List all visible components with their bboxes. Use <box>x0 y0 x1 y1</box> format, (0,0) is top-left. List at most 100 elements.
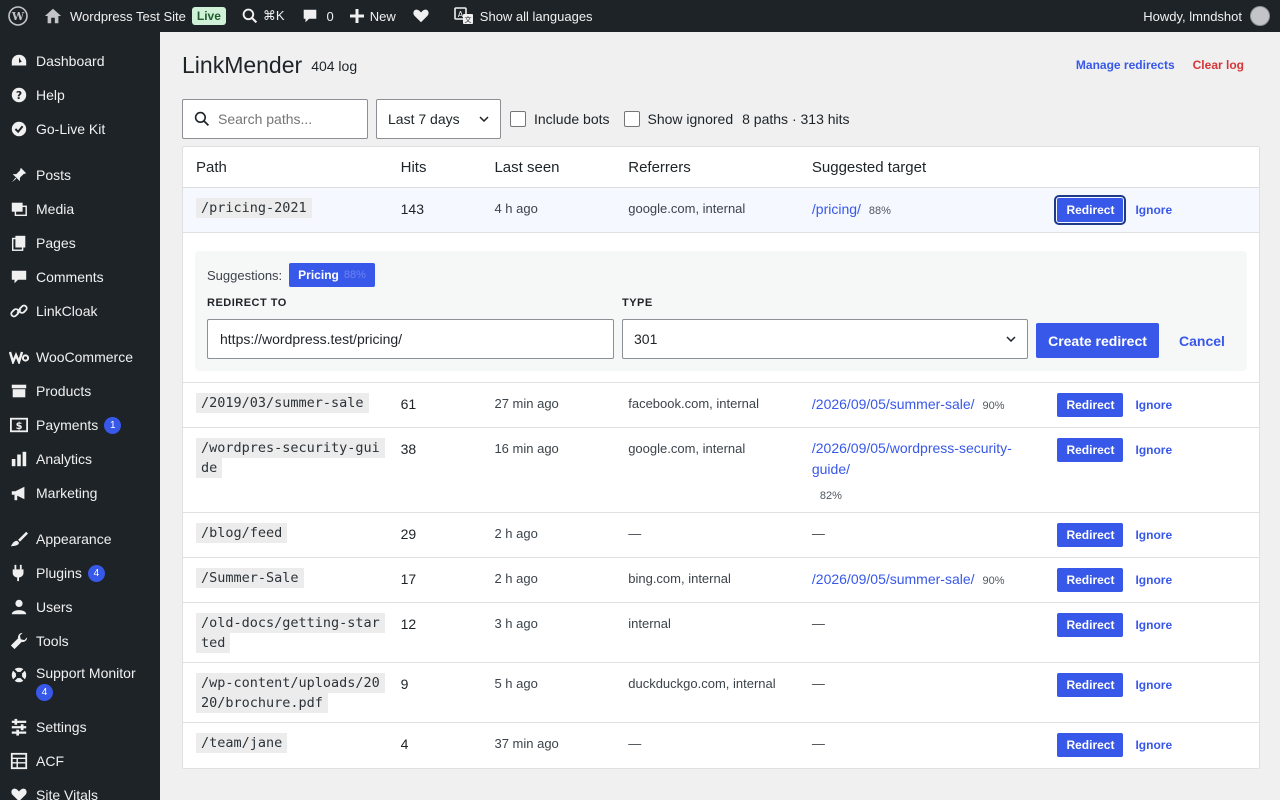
sidebar-item-users[interactable]: Users <box>0 590 160 624</box>
redirect-to-input[interactable]: https://wordpress.test/pricing/ <box>207 319 614 359</box>
ignore-button[interactable]: Ignore <box>1135 573 1172 587</box>
referrers-value: — <box>628 526 642 541</box>
account-menu[interactable]: Howdy, lmndshot <box>1143 6 1280 26</box>
sidebar-item-label: Plugins <box>36 565 82 581</box>
sidebar-item-label: Settings <box>36 719 87 735</box>
redirect-button[interactable]: Redirect <box>1054 195 1127 225</box>
redirect-button[interactable]: Redirect <box>1057 438 1124 462</box>
sidebar-item-comments[interactable]: Comments <box>0 260 160 294</box>
hits-value: 17 <box>400 571 417 587</box>
referrers-value: bing.com, internal <box>628 571 731 586</box>
create-redirect-button[interactable]: Create redirect <box>1036 323 1159 358</box>
home-icon <box>44 7 62 25</box>
plus-icon <box>349 9 364 23</box>
search-input[interactable] <box>218 111 358 127</box>
ignore-button[interactable]: Ignore <box>1135 398 1172 412</box>
sidebar-item-dashboard[interactable]: Dashboard <box>0 44 160 78</box>
redirect-type-select[interactable]: 301 <box>622 319 1028 359</box>
suggestion-chip-confidence: 88% <box>343 269 366 281</box>
sidebar-item-linkcloak[interactable]: LinkCloak <box>0 294 160 328</box>
redirect-button[interactable]: Redirect <box>1057 568 1124 592</box>
sidebar-item-appearance[interactable]: Appearance <box>0 522 160 556</box>
sidebar-item-acf[interactable]: ACF <box>0 744 160 778</box>
sidebar-item-tools[interactable]: Tools <box>0 624 160 658</box>
sidebar-item-posts[interactable]: Posts <box>0 158 160 192</box>
cancel-button[interactable]: Cancel <box>1179 333 1225 349</box>
redirect-button[interactable]: Redirect <box>1057 673 1124 697</box>
include-bots-toggle[interactable]: Include bots <box>510 111 610 127</box>
ignore-button[interactable]: Ignore <box>1135 528 1172 542</box>
redirect-button[interactable]: Redirect <box>1057 523 1124 547</box>
path-code: /wp-content/uploads/2020/brochure.pdf <box>196 673 385 713</box>
site-name: Wordpress Test Site <box>70 8 186 24</box>
ignore-button[interactable]: Ignore <box>1135 678 1172 692</box>
languages-label: Show all languages <box>479 8 593 24</box>
column-header-last-seen[interactable]: Last seen <box>480 159 614 176</box>
svg-text:文: 文 <box>464 15 471 24</box>
sidebar-item-pages[interactable]: Pages <box>0 226 160 260</box>
support-count-badge: 4 <box>36 684 53 701</box>
shortcut-label: ⌘K <box>262 8 285 23</box>
plugin-icon <box>9 563 29 583</box>
redirect-button[interactable]: Redirect <box>1057 393 1124 417</box>
sidebar-item-go-live-kit[interactable]: Go-Live Kit <box>0 112 160 146</box>
ignore-button[interactable]: Ignore <box>1135 618 1172 632</box>
redirect-to-value: https://wordpress.test/pricing/ <box>220 331 403 347</box>
suggested-target-link[interactable]: /2026/09/05/summer-sale/ <box>812 396 975 412</box>
settings-sliders-icon <box>9 717 29 737</box>
referrers-value: facebook.com, internal <box>628 396 760 411</box>
suggested-target-link[interactable]: /pricing/ <box>812 201 861 217</box>
sidebar-item-label: Marketing <box>36 485 98 501</box>
show-ignored-toggle[interactable]: Show ignored <box>623 111 733 127</box>
redirect-type-value: 301 <box>634 331 658 347</box>
sidebar-item-woocommerce[interactable]: WooCommerce <box>0 340 160 374</box>
show-ignored-checkbox[interactable] <box>623 111 640 127</box>
ignore-button[interactable]: Ignore <box>1135 443 1172 457</box>
sidebar-item-settings[interactable]: Settings <box>0 710 160 744</box>
sidebar-item-help[interactable]: ? Help <box>0 78 160 112</box>
table-row: /team/jane 4 37 min ago — — Redirect Ign… <box>183 723 1259 768</box>
page-subtitle: 404 log <box>311 58 358 74</box>
column-header-hits[interactable]: Hits <box>387 159 481 176</box>
referrers-value: duckduckgo.com, internal <box>628 676 776 691</box>
sidebar-item-support-monitor[interactable]: Support Monitor 4 <box>0 658 160 710</box>
table-row: /wp-content/uploads/2020/brochure.pdf 9 … <box>183 663 1259 723</box>
comments-link[interactable]: 0 <box>293 0 342 32</box>
sidebar-item-analytics[interactable]: Analytics <box>0 442 160 476</box>
archive-icon <box>9 381 29 401</box>
date-range-select[interactable]: Last 7 days <box>376 99 501 139</box>
command-palette-button[interactable]: ⌘K <box>234 0 293 32</box>
heart-icon[interactable] <box>404 0 438 32</box>
ignore-button[interactable]: Ignore <box>1135 738 1172 752</box>
sidebar-item-site-vitals[interactable]: Site Vitals <box>0 778 160 800</box>
check-circle-icon <box>9 119 29 139</box>
ignore-button[interactable]: Ignore <box>1135 203 1172 217</box>
clear-log-link[interactable]: Clear log <box>1193 58 1244 72</box>
sidebar-item-payments[interactable]: $ Payments 1 <box>0 408 160 442</box>
new-content-button[interactable]: New <box>342 0 404 32</box>
wordpress-logo-icon[interactable]: W <box>0 0 36 32</box>
sidebar-item-plugins[interactable]: Plugins 4 <box>0 556 160 590</box>
languages-button[interactable]: A文 Show all languages <box>446 0 601 32</box>
sidebar-item-media[interactable]: Media <box>0 192 160 226</box>
last-seen-value: 4 h ago <box>494 201 538 216</box>
suggested-target-link[interactable]: /2026/09/05/summer-sale/ <box>812 571 975 587</box>
manage-redirects-link[interactable]: Manage redirects <box>1076 58 1175 72</box>
sidebar-item-products[interactable]: Products <box>0 374 160 408</box>
new-label: New <box>369 8 396 24</box>
last-seen-value: 27 min ago <box>494 396 559 411</box>
suggestion-chip[interactable]: Pricing 88% <box>289 263 375 287</box>
column-header-path[interactable]: Path <box>183 159 387 176</box>
redirect-button[interactable]: Redirect <box>1057 613 1124 637</box>
site-name-link[interactable]: Wordpress Test Site Live <box>36 0 234 32</box>
suggested-target-link[interactable]: /2026/09/05/wordpress-security-guide/ <box>812 440 1012 477</box>
last-seen-value: 37 min ago <box>494 736 559 751</box>
redirect-button[interactable]: Redirect <box>1057 733 1124 757</box>
results-summary: 8 paths · 313 hits <box>742 111 850 127</box>
include-bots-checkbox[interactable] <box>510 111 526 127</box>
comments-count: 0 <box>326 8 334 24</box>
suggested-target-value: — <box>811 676 825 691</box>
sidebar-item-label: Analytics <box>36 451 93 467</box>
log-table: Path Hits Last seen Referrers Suggested … <box>182 146 1260 769</box>
sidebar-item-marketing[interactable]: Marketing <box>0 476 160 510</box>
